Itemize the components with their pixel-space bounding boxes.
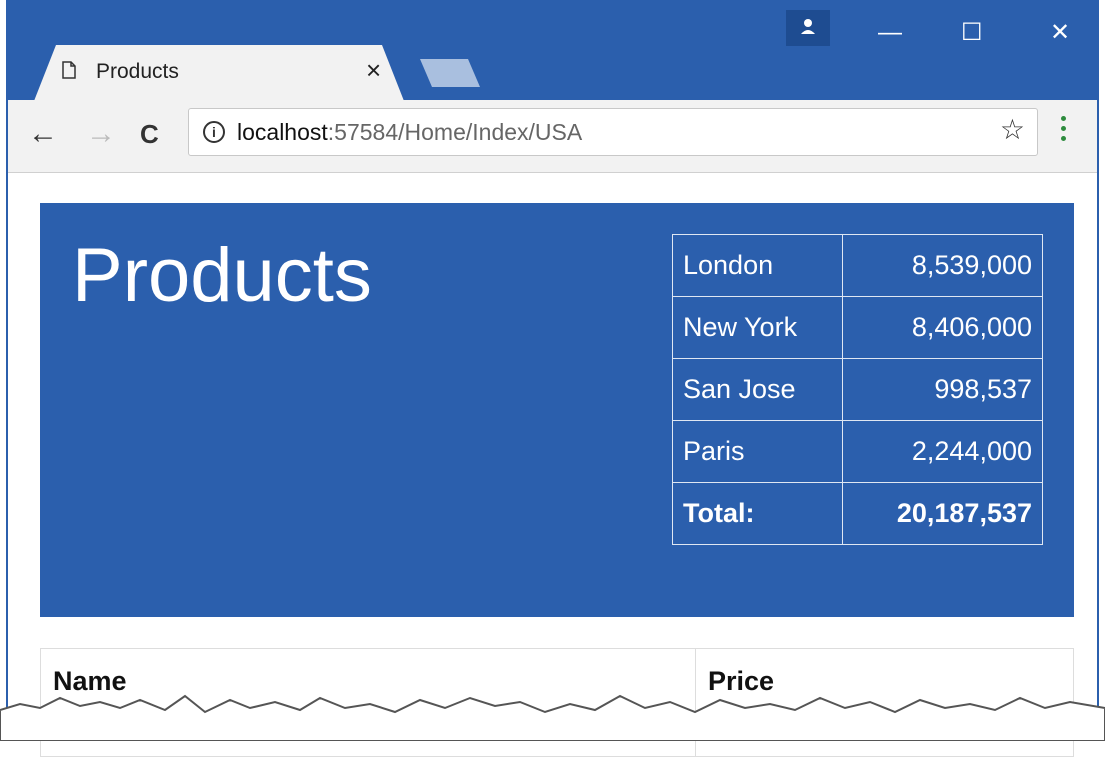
browser-toolbar: ← → C i localhost:57584/Home/Index/USA ☆ bbox=[8, 100, 1097, 173]
reload-icon[interactable]: C bbox=[140, 116, 159, 152]
city-population: 8,406,000 bbox=[842, 296, 1043, 359]
products-banner: Products London 8,539,000 New York 8,406… bbox=[40, 203, 1074, 617]
city-name: London bbox=[672, 234, 843, 297]
forward-arrow-icon[interactable]: → bbox=[86, 116, 116, 152]
browser-window: Products × — ☐ ✕ ← → C i localhost:57584… bbox=[6, 0, 1099, 757]
page-icon bbox=[62, 61, 76, 79]
minimize-icon[interactable]: — bbox=[878, 18, 902, 48]
info-icon[interactable]: i bbox=[203, 121, 225, 143]
city-population-table: London 8,539,000 New York 8,406,000 San … bbox=[672, 234, 1043, 545]
close-window-icon[interactable]: ✕ bbox=[1050, 18, 1070, 48]
tab-title: Products bbox=[96, 60, 179, 83]
url-host: localhost bbox=[237, 119, 328, 145]
total-label: Total: bbox=[672, 482, 843, 545]
address-bar[interactable]: i localhost:57584/Home/Index/USA ☆ bbox=[188, 108, 1038, 156]
url-path: :57584/Home/Index/USA bbox=[327, 119, 583, 145]
city-row: Paris 2,244,000 bbox=[672, 420, 1043, 483]
torn-edge bbox=[0, 694, 1105, 741]
maximize-icon[interactable]: ☐ bbox=[961, 18, 983, 48]
total-row: Total: 20,187,537 bbox=[672, 482, 1043, 545]
title-bar: Products × — ☐ ✕ bbox=[8, 0, 1097, 101]
city-name: San Jose bbox=[672, 358, 843, 421]
tab-products[interactable]: Products × bbox=[34, 45, 404, 101]
profile-button[interactable] bbox=[786, 10, 830, 46]
city-population: 998,537 bbox=[842, 358, 1043, 421]
city-row: San Jose 998,537 bbox=[672, 358, 1043, 421]
back-arrow-icon[interactable]: ← bbox=[28, 116, 58, 152]
page-title: Products bbox=[72, 233, 372, 318]
close-tab-icon[interactable]: × bbox=[366, 55, 381, 85]
url-text[interactable]: localhost:57584/Home/Index/USA bbox=[237, 119, 582, 146]
total-value: 20,187,537 bbox=[842, 482, 1043, 545]
menu-dots-icon[interactable] bbox=[1061, 116, 1067, 146]
page-content: Products London 8,539,000 New York 8,406… bbox=[8, 173, 1097, 757]
city-row: London 8,539,000 bbox=[672, 234, 1043, 297]
city-row: New York 8,406,000 bbox=[672, 296, 1043, 359]
new-tab-button[interactable] bbox=[420, 59, 480, 87]
city-name: Paris bbox=[672, 420, 843, 483]
city-population: 2,244,000 bbox=[842, 420, 1043, 483]
city-name: New York bbox=[672, 296, 843, 359]
person-icon bbox=[801, 19, 815, 34]
bookmark-star-icon[interactable]: ☆ bbox=[1000, 113, 1025, 146]
city-population: 8,539,000 bbox=[842, 234, 1043, 297]
